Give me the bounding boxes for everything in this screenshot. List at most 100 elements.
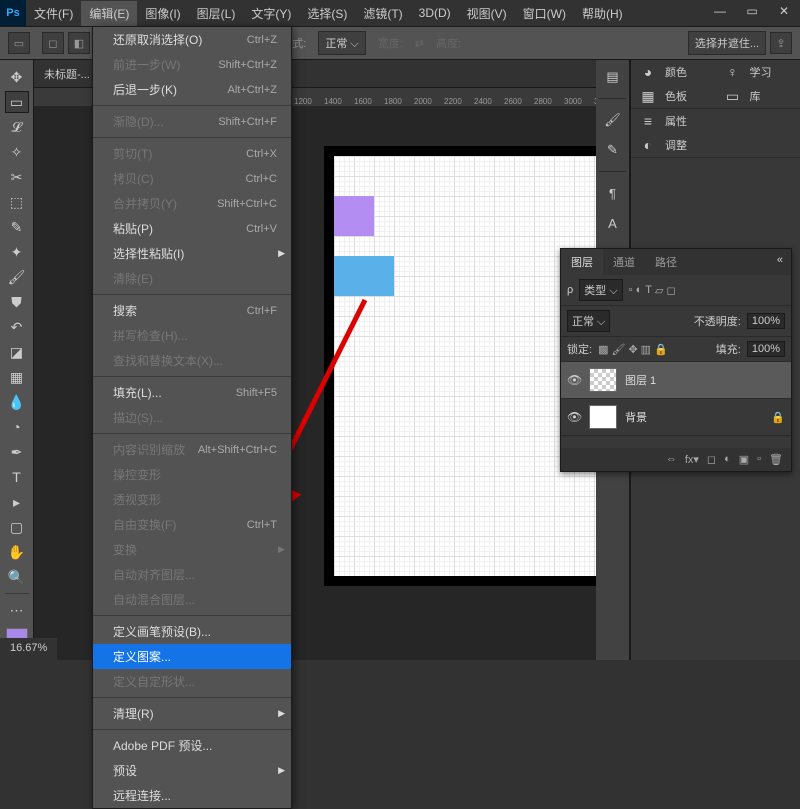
window-maximize[interactable]: ▭	[736, 0, 768, 22]
menu-help[interactable]: 帮助(H)	[574, 1, 631, 26]
magic-wand-tool[interactable]: ✧	[5, 141, 29, 163]
menu-item[interactable]: 后退一步(K)Alt+Ctrl+Z	[93, 77, 291, 102]
lock-artboard-icon[interactable]: ▥	[641, 343, 651, 356]
swatches-panel-tab[interactable]: ▦色板	[631, 84, 716, 108]
share-icon[interactable]: ⇪	[770, 32, 792, 54]
menu-file[interactable]: 文件(F)	[26, 1, 81, 26]
layer-mask-icon[interactable]: ◻	[707, 453, 716, 466]
menu-item[interactable]: 预设▶	[93, 758, 291, 783]
link-layers-icon[interactable]: ⇔	[666, 453, 677, 466]
crop-tool[interactable]: ✂	[5, 166, 29, 188]
rectangle-tool[interactable]: ▢	[5, 516, 29, 538]
window-close[interactable]: ✕	[768, 0, 800, 22]
lock-pixels-icon[interactable]: 🖌	[611, 343, 625, 356]
properties-panel-tab[interactable]: ≡属性	[631, 109, 800, 133]
zoom-status[interactable]: 16.67%	[0, 638, 57, 660]
menu-item[interactable]: 还原取消选择(O)Ctrl+Z	[93, 27, 291, 52]
filter-type-icon[interactable]: T	[645, 284, 652, 297]
fill-value[interactable]: 100%	[747, 341, 785, 357]
hand-tool[interactable]: ✋	[5, 541, 29, 563]
lasso-tool[interactable]: 𝓛	[5, 116, 29, 138]
visibility-icon[interactable]: 👁	[567, 373, 581, 387]
eyedropper-tool[interactable]: ✎	[5, 216, 29, 238]
new-layer-icon[interactable]: ▫	[757, 453, 761, 466]
filter-smart-icon[interactable]: ◻	[666, 284, 675, 297]
style-select[interactable]: 正常 ⌵	[318, 31, 365, 55]
type-tool[interactable]: T	[5, 466, 29, 488]
character-icon[interactable]: A	[602, 212, 624, 234]
menu-item[interactable]: Adobe PDF 预设...	[93, 733, 291, 758]
lock-all-icon[interactable]: 🔒	[654, 343, 668, 356]
gradient-tool[interactable]: ▦	[5, 366, 29, 388]
menu-image[interactable]: 图像(I)	[137, 1, 188, 26]
edit-toolbar[interactable]: ⋯	[5, 599, 29, 621]
filter-pixel-icon[interactable]: ▫	[629, 284, 633, 297]
select-and-mask-button[interactable]: 选择并遮住...	[688, 31, 766, 55]
menu-select[interactable]: 选择(S)	[299, 1, 355, 26]
selection-new-icon[interactable]: ◻	[42, 32, 64, 54]
menu-item[interactable]: 远程连接...	[93, 783, 291, 808]
layer-name[interactable]: 背景	[625, 409, 647, 425]
layer-name[interactable]: 图层 1	[625, 372, 656, 388]
color-panel-tab[interactable]: ◕颜色	[631, 60, 716, 84]
dodge-tool[interactable]: ◔	[5, 416, 29, 438]
healing-brush-tool[interactable]: ✦	[5, 241, 29, 263]
layers-tab[interactable]: 图层	[561, 249, 603, 275]
layer-fx-icon[interactable]: fx▾	[685, 453, 699, 466]
blend-mode-select[interactable]: 正常 ⌵	[567, 310, 610, 332]
lock-transparency-icon[interactable]: ▩	[598, 343, 608, 356]
history-icon[interactable]: ▤	[602, 66, 624, 88]
menu-item[interactable]: 搜索Ctrl+F	[93, 298, 291, 323]
layer-row[interactable]: 👁 背景 🔒	[561, 399, 791, 436]
document-tab[interactable]: 未标题-...	[44, 66, 90, 82]
layer-group-icon[interactable]: ▣	[739, 453, 749, 466]
menu-item[interactable]: 填充(L)...Shift+F5	[93, 380, 291, 405]
menu-type[interactable]: 文字(Y)	[243, 1, 299, 26]
paragraph-icon[interactable]: ¶	[602, 182, 624, 204]
menu-3d[interactable]: 3D(D)	[411, 2, 459, 24]
paths-tab[interactable]: 路径	[645, 249, 687, 275]
path-selection-tool[interactable]: ▸	[5, 491, 29, 513]
menu-item[interactable]: 定义画笔预设(B)...	[93, 619, 291, 644]
libraries-panel-tab[interactable]: ▭库	[716, 84, 800, 108]
menu-window[interactable]: 窗口(W)	[515, 1, 574, 26]
layer-thumbnail[interactable]	[589, 405, 617, 429]
filter-shape-icon[interactable]: ▱	[655, 284, 663, 297]
clone-stamp-tool[interactable]: ⛊	[5, 291, 29, 313]
lock-position-icon[interactable]: ✥	[628, 343, 637, 356]
menu-item[interactable]: 粘贴(P)Ctrl+V	[93, 216, 291, 241]
eraser-tool[interactable]: ◪	[5, 341, 29, 363]
opacity-value[interactable]: 100%	[747, 313, 785, 329]
menu-filter[interactable]: 滤镜(T)	[355, 1, 410, 26]
frame-tool[interactable]: ⬚	[5, 191, 29, 213]
channels-tab[interactable]: 通道	[603, 249, 645, 275]
marquee-tool[interactable]: ▭	[5, 91, 29, 113]
adjustment-layer-icon[interactable]: ◐	[724, 453, 731, 466]
brush-tool[interactable]: 🖌	[5, 266, 29, 288]
tool-preset-icon[interactable]: ▭	[8, 32, 30, 54]
menu-view[interactable]: 视图(V)	[459, 1, 515, 26]
blur-tool[interactable]: 💧	[5, 391, 29, 413]
filter-adjustment-icon[interactable]: ◐	[636, 284, 643, 297]
history-brush-tool[interactable]: ↶	[5, 316, 29, 338]
delete-layer-icon[interactable]: 🗑	[769, 453, 783, 466]
canvas[interactable]	[334, 156, 596, 576]
pen-tool[interactable]: ✒	[5, 441, 29, 463]
move-tool[interactable]: ✥	[5, 66, 29, 88]
menu-edit[interactable]: 编辑(E)	[81, 1, 137, 26]
learn-panel-tab[interactable]: ♀学习	[716, 60, 800, 84]
panel-collapse-icon[interactable]: «	[769, 249, 791, 275]
layer-thumbnail[interactable]	[589, 368, 617, 392]
visibility-icon[interactable]: 👁	[567, 410, 581, 424]
menu-item[interactable]: 定义图案...	[93, 644, 291, 669]
selection-add-icon[interactable]: ◧	[68, 32, 90, 54]
layer-row[interactable]: 👁 图层 1	[561, 362, 791, 399]
menu-layer[interactable]: 图层(L)	[189, 1, 244, 26]
brush-settings-icon[interactable]: 🖌	[602, 109, 624, 131]
filter-kind-select[interactable]: 类型 ⌵	[579, 279, 622, 301]
adjustments-panel-tab[interactable]: ◐调整	[631, 133, 800, 157]
brush-panel-icon[interactable]: ✎	[602, 139, 624, 161]
menu-item[interactable]: 清理(R)▶	[93, 701, 291, 726]
zoom-tool[interactable]: 🔍	[5, 566, 29, 588]
menu-item[interactable]: 选择性粘贴(I)▶	[93, 241, 291, 266]
